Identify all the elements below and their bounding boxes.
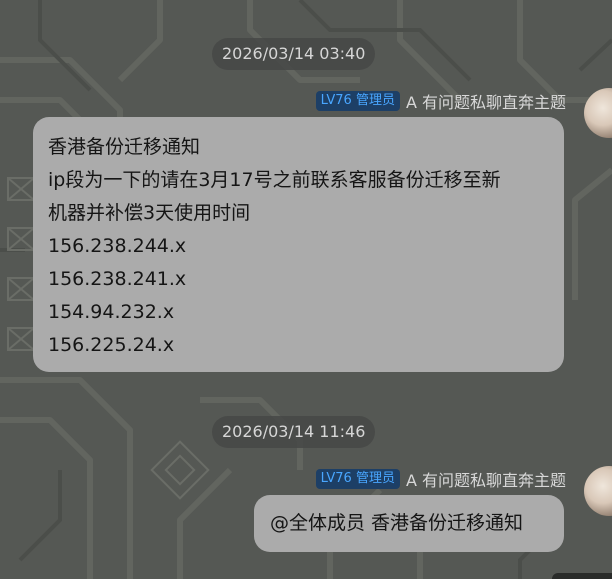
message-line: 机器并补偿3天使用时间 — [48, 202, 251, 224]
message-timestamp: 2026/03/14 11:46 — [212, 416, 376, 448]
message-line: 154.94.232.x — [48, 301, 175, 323]
message-line: 156.238.241.x — [48, 268, 187, 290]
chat-window: { "colors": { "background": "#555854", "… — [0, 0, 612, 579]
message-line: 156.225.24.x — [48, 334, 175, 356]
message-sender: LV76 管理员 A 有问题私聊直奔主题 — [315, 89, 566, 113]
message-line: ip段为一下的请在3月17号之前联系客服备份迁移至新 — [48, 169, 501, 191]
message-bubble[interactable]: 香港备份迁移通知 ip段为一下的请在3月17号之前联系客服备份迁移至新 机器并补… — [33, 117, 564, 372]
sender-name[interactable]: A 有问题私聊直奔主题 — [406, 467, 566, 491]
level-badge: LV76 管理员 — [315, 91, 400, 111]
message-sender: LV76 管理员 A 有问题私聊直奔主题 — [315, 467, 566, 491]
scroll-indicator — [552, 573, 612, 579]
message-line: 156.238.244.x — [48, 235, 187, 257]
level-badge: LV76 管理员 — [315, 469, 400, 489]
sender-name[interactable]: A 有问题私聊直奔主题 — [406, 89, 566, 113]
message-bubble[interactable]: @全体成员 香港备份迁移通知 — [254, 495, 564, 552]
message-line: 香港备份迁移通知 — [48, 136, 201, 158]
message-timestamp: 2026/03/14 03:40 — [212, 38, 376, 70]
